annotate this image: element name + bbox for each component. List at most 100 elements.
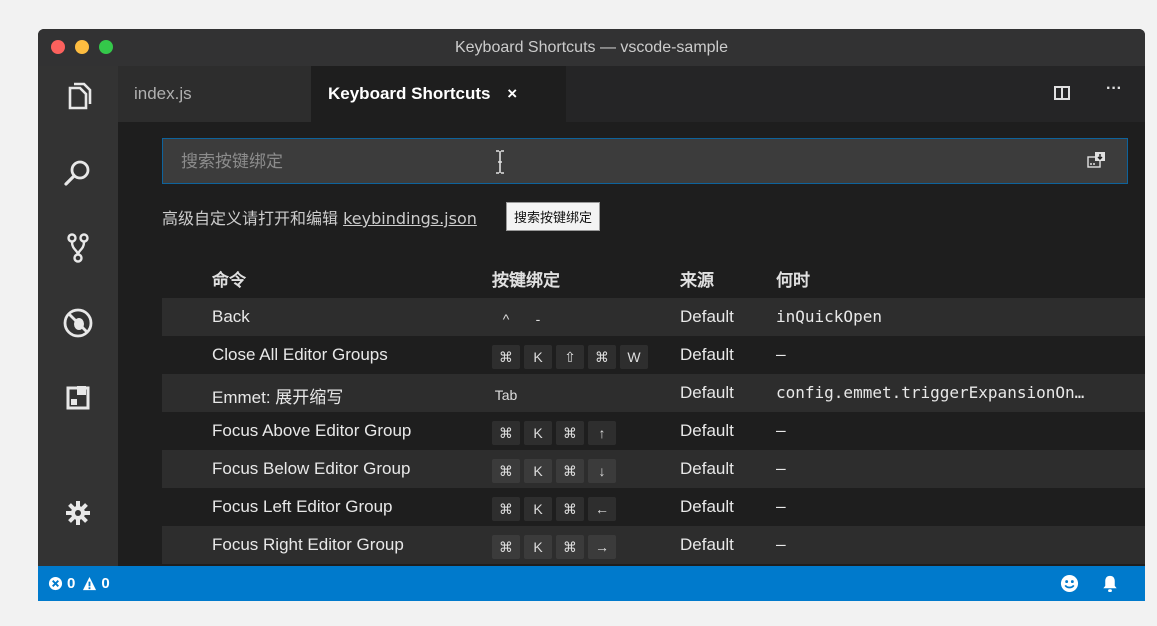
table-row[interactable]: Focus Left Editor Group ⌘ K ⌘ ← Default —: [162, 488, 1145, 526]
search-tooltip: 搜索按键绑定: [506, 202, 601, 231]
header-source: 来源: [680, 271, 714, 291]
table-row[interactable]: Close All Editor Groups ⌘ K ⇧ ⌘ W Default —: [162, 336, 1145, 374]
source-cell: Default: [680, 383, 734, 402]
split-editor-icon[interactable]: [1054, 86, 1070, 100]
window-title: Keyboard Shortcuts — vscode-sample: [454, 39, 728, 56]
hint-text: 高级自定义请打开和编辑: [162, 209, 344, 228]
error-icon: [48, 576, 63, 591]
key-cap: ⌘: [556, 459, 584, 483]
when-cell: —: [776, 459, 786, 478]
keybinding-cell: ⌘ K ⌘ ←: [492, 497, 620, 521]
header-when: 何时: [776, 271, 810, 291]
keybindings-table: Back ^ - Default inQuickOpen Close All Editor…: [162, 298, 1145, 564]
command-cell: Emmet: 展开缩写: [212, 388, 344, 407]
header-keybinding: 按键绑定: [492, 271, 560, 291]
key-cap: K: [524, 497, 552, 521]
key-cap: K: [524, 459, 552, 483]
key-cap: K: [524, 345, 552, 369]
settings-gear-icon[interactable]: [56, 491, 100, 535]
key-cap: ⌘: [492, 421, 520, 445]
key-cap: ⌘: [556, 421, 584, 445]
problems-indicator[interactable]: 0 0: [48, 575, 110, 592]
key-cap: K: [524, 421, 552, 445]
key-cap: ⌘: [492, 535, 520, 559]
key-cap: ⌘: [492, 345, 520, 369]
table-row[interactable]: Focus Below Editor Group ⌘ K ⌘ ↓ Default —: [162, 450, 1145, 488]
source-cell: Default: [680, 345, 734, 364]
keybinding-cell: Tab: [492, 383, 524, 407]
table-row[interactable]: Focus Above Editor Group ⌘ K ⌘ ↑ Default —: [162, 412, 1145, 450]
warning-count: 0: [101, 575, 110, 592]
tab-label: Keyboard Shortcuts: [328, 84, 491, 103]
source-cell: Default: [680, 459, 734, 478]
command-cell: Back: [212, 307, 250, 326]
when-cell: —: [776, 497, 786, 516]
keyboard-shortcuts-editor: 高级自定义请打开和编辑 keybindings.json 搜索按键绑定 命令 按…: [118, 122, 1145, 566]
error-count: 0: [67, 575, 76, 592]
warning-icon: [83, 576, 97, 591]
table-row[interactable]: Back ^ - Default inQuickOpen: [162, 298, 1145, 336]
key-cap: ⌘: [588, 345, 616, 369]
source-cell: Default: [680, 421, 734, 440]
key-cap: -: [535, 311, 541, 327]
more-actions-icon[interactable]: ···: [1106, 80, 1122, 98]
table-header: 命令 按键绑定 来源 何时: [162, 256, 1145, 296]
source-cell: Default: [680, 307, 734, 326]
files-icon[interactable]: [56, 76, 100, 120]
record-keys-icon[interactable]: [1087, 151, 1107, 169]
vscode-window: Keyboard Shortcuts — vscode-sample index…: [38, 29, 1145, 601]
command-cell: Focus Below Editor Group: [212, 459, 411, 478]
notifications-bell-icon[interactable]: [1101, 574, 1119, 593]
command-cell: Focus Left Editor Group: [212, 497, 393, 516]
key-cap: →: [588, 535, 616, 559]
key-cap: Tab: [494, 387, 518, 403]
tab-keyboard-shortcuts[interactable]: Keyboard Shortcuts ×: [311, 66, 566, 122]
keybinding-cell: ^ -: [492, 307, 556, 331]
status-bar: 0 0: [38, 566, 1145, 601]
debug-icon[interactable]: [56, 301, 100, 345]
when-cell: —: [776, 421, 786, 440]
keybindings-json-link[interactable]: keybindings.json: [343, 209, 477, 228]
search-input[interactable]: [179, 139, 1063, 185]
tab-close-icon[interactable]: ×: [507, 84, 517, 103]
keybinding-cell: ⌘ K ⌘ ↓: [492, 459, 620, 483]
key-cap: ⌘: [492, 459, 520, 483]
source-control-icon[interactable]: [56, 226, 100, 270]
search-icon[interactable]: [56, 151, 100, 195]
source-cell: Default: [680, 535, 734, 554]
keybinding-cell: ⌘ K ⇧ ⌘ W: [492, 345, 652, 369]
feedback-smiley-icon[interactable]: [1060, 574, 1079, 593]
key-cap: ^: [502, 311, 510, 327]
when-cell: —: [776, 345, 786, 364]
source-cell: Default: [680, 497, 734, 516]
extensions-icon[interactable]: [56, 376, 100, 420]
keybinding-cell: ⌘ K ⌘ ↑: [492, 421, 620, 445]
tab-index-js[interactable]: index.js: [118, 66, 311, 122]
command-cell: Focus Above Editor Group: [212, 421, 412, 440]
key-cap: ⌘: [492, 497, 520, 521]
activity-bar: [38, 66, 118, 566]
title-bar: Keyboard Shortcuts — vscode-sample: [38, 29, 1145, 66]
customization-hint: 高级自定义请打开和编辑 keybindings.json: [162, 205, 477, 229]
key-cap: ⌘: [556, 497, 584, 521]
tab-bar: index.js Keyboard Shortcuts × ···: [118, 66, 1145, 122]
when-cell: config.emmet.triggerExpansionOn…: [776, 383, 1085, 402]
command-cell: Focus Right Editor Group: [212, 535, 404, 554]
tab-label: index.js: [134, 84, 192, 103]
text-cursor-icon: [496, 150, 504, 174]
key-cap: ⌘: [556, 535, 584, 559]
key-cap: ⇧: [556, 345, 584, 369]
when-cell: —: [776, 535, 786, 554]
key-cap: ↓: [588, 459, 616, 483]
command-cell: Close All Editor Groups: [212, 345, 388, 364]
keybinding-cell: ⌘ K ⌘ →: [492, 535, 620, 559]
key-cap: ←: [588, 497, 616, 521]
table-row[interactable]: Emmet: 展开缩写 Tab Default config.emmet.trigge…: [162, 374, 1145, 412]
key-cap: W: [620, 345, 648, 369]
key-cap: K: [524, 535, 552, 559]
header-command: 命令: [212, 271, 246, 291]
search-box: [162, 138, 1128, 185]
key-cap: ↑: [588, 421, 616, 445]
table-row[interactable]: Focus Right Editor Group ⌘ K ⌘ → Default —: [162, 526, 1145, 564]
when-cell: inQuickOpen: [776, 307, 882, 326]
